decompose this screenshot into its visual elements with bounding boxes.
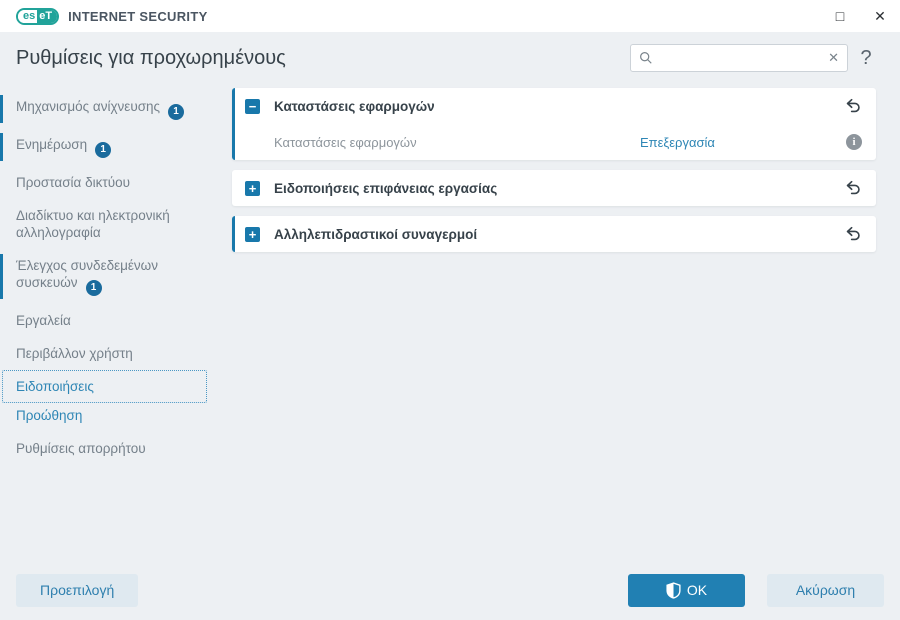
main-area: Μηχανισμός ανίχνευσης 1 Ενημέρωση 1 Προστα…	[0, 84, 900, 465]
help-button[interactable]: ?	[848, 47, 884, 70]
sidebar-item-label: Προστασία δικτύου	[16, 175, 130, 190]
panel-title: Αλληλεπιδραστικοί συναγερμοί	[274, 226, 478, 242]
change-count-badge: 1	[168, 104, 185, 120]
sidebar: Μηχανισμός ανίχνευσης 1 Ενημέρωση 1 Προστα…	[0, 84, 225, 465]
setting-label: Καταστάσεις εφαρμογών	[274, 134, 417, 150]
panel-header-interactive-alerts[interactable]: + Αλληλεπιδραστικοί συναγερμοί	[232, 216, 876, 252]
product-name: INTERNET SECURITY	[68, 8, 208, 24]
sidebar-item-tools[interactable]: Εργαλεία	[0, 304, 225, 337]
panel-desktop-notifications: + Ειδοποιήσεις επιφάνειας εργασίας	[232, 170, 876, 206]
window-controls: □ ✕	[820, 0, 900, 32]
panel-header-desktop-notifications[interactable]: + Ειδοποιήσεις επιφάνειας εργασίας	[232, 170, 876, 206]
uac-shield-icon	[666, 581, 681, 599]
info-icon[interactable]: i	[846, 134, 862, 150]
page-title: Ρυθμίσεις για προχωρημένους	[16, 46, 286, 69]
sidebar-item-network-protection[interactable]: Προστασία δικτύου	[0, 166, 225, 199]
collapse-icon[interactable]: −	[245, 98, 260, 114]
revert-to-default-icon[interactable]	[844, 179, 862, 197]
ok-button[interactable]: OK	[628, 573, 745, 607]
panel-title: Καταστάσεις εφαρμογών	[274, 98, 435, 114]
search-input[interactable]	[659, 50, 829, 66]
sidebar-item-label: Διαδίκτυο και ηλεκτρονική αλληλογραφία	[16, 208, 170, 240]
sidebar-item-update[interactable]: Ενημέρωση 1	[0, 128, 225, 166]
edit-link[interactable]: Επεξεργασία	[640, 135, 715, 150]
panel-application-statuses: − Καταστάσεις εφαρμογών Καταστάσεις εφαρ…	[232, 88, 876, 160]
default-button[interactable]: Προεπιλογή	[16, 573, 139, 607]
panel-title: Ειδοποιήσεις επιφάνειας εργασίας	[274, 180, 498, 196]
revert-to-default-icon[interactable]	[844, 97, 862, 115]
header: Ρυθμίσεις για προχωρημένους ✕ ?	[0, 32, 900, 84]
titlebar: es eT INTERNET SECURITY □ ✕	[0, 0, 900, 32]
search-clear-icon[interactable]: ✕	[828, 50, 839, 66]
sidebar-item-label: Ενημέρωση	[16, 137, 88, 152]
revert-to-default-icon[interactable]	[844, 225, 862, 243]
expand-icon[interactable]: +	[245, 180, 260, 196]
panel-interactive-alerts: + Αλληλεπιδραστικοί συναγερμοί	[232, 216, 876, 252]
eset-logo-right: eT	[37, 9, 58, 23]
cancel-button[interactable]: Ακύρωση	[767, 573, 884, 607]
close-button[interactable]: ✕	[860, 0, 900, 32]
ok-button-label: OK	[686, 582, 708, 598]
expand-icon[interactable]: +	[245, 226, 260, 242]
sidebar-item-label: Μηχανισμός ανίχνευσης	[16, 99, 161, 114]
sidebar-item-label: Προώθηση	[16, 408, 83, 423]
sidebar-item-device-control[interactable]: Έλεγχος συνδεδεμένων συσκευών 1	[0, 249, 225, 304]
sidebar-item-detection-engine[interactable]: Μηχανισμός ανίχνευσης 1	[0, 90, 225, 128]
sidebar-item-label: Εργαλεία	[16, 313, 71, 328]
footer: Προεπιλογή OK Ακύρωση	[0, 560, 900, 620]
maximize-button[interactable]: □	[820, 0, 860, 32]
sidebar-item-label: Ρυθμίσεις απορρήτου	[16, 441, 146, 456]
sidebar-item-privacy-settings[interactable]: Ρυθμίσεις απορρήτου	[0, 432, 225, 465]
sidebar-item-web-email[interactable]: Διαδίκτυο και ηλεκτρονική αλληλογραφία	[0, 199, 225, 249]
setting-row-application-statuses: Καταστάσεις εφαρμογών Επεξεργασία i	[232, 124, 876, 160]
eset-logo-left: es	[18, 9, 38, 23]
change-count-badge: 1	[85, 280, 102, 296]
change-count-badge: 1	[95, 142, 112, 158]
settings-content: − Καταστάσεις εφαρμογών Καταστάσεις εφαρ…	[225, 84, 900, 262]
sidebar-item-label: Περιβάλλον χρήστη	[16, 346, 133, 361]
sidebar-item-notifications[interactable]: Ειδοποιήσεις	[2, 370, 207, 403]
sidebar-item-label: Ειδοποιήσεις	[16, 379, 94, 394]
search-icon	[639, 51, 653, 65]
search-box[interactable]: ✕	[630, 44, 848, 72]
sidebar-item-user-interface[interactable]: Περιβάλλον χρήστη	[0, 337, 225, 370]
panel-header-application-statuses[interactable]: − Καταστάσεις εφαρμογών	[232, 88, 876, 124]
eset-logo-icon: es eT	[16, 7, 60, 25]
sidebar-item-forwarding[interactable]: Προώθηση	[0, 403, 225, 432]
